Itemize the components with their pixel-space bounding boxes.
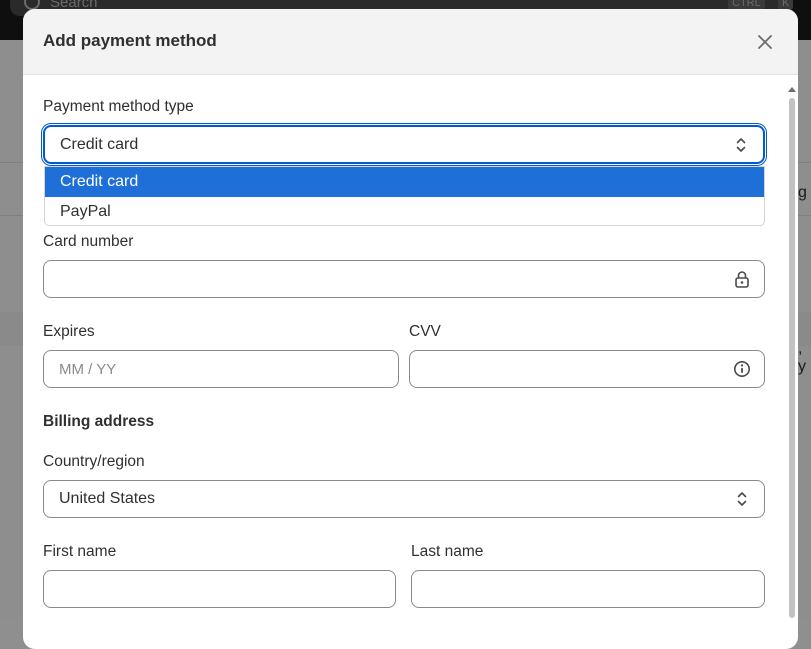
country-region-select[interactable]: United States [43, 480, 765, 518]
option-credit-card[interactable]: Credit card [45, 167, 764, 197]
background-text-fragment: , y [798, 340, 806, 375]
select-chevrons-icon [733, 490, 751, 508]
payment-method-type-dropdown: Credit card PayPal [44, 166, 765, 226]
option-paypal[interactable]: PayPal [45, 197, 764, 225]
cvv-label: CVV [409, 323, 441, 340]
expires-placeholder: MM / YY [59, 360, 117, 378]
scroll-up-arrow-icon[interactable] [788, 87, 796, 92]
modal-title: Add payment method [43, 31, 217, 50]
last-name-label: Last name [411, 543, 484, 560]
payment-method-type-select[interactable]: Credit card [41, 123, 767, 166]
payment-method-type-value: Credit card [60, 135, 139, 153]
select-chevrons-icon [732, 136, 750, 154]
card-number-label: Card number [43, 233, 134, 250]
cvv-input[interactable] [409, 350, 765, 388]
info-icon[interactable] [733, 360, 751, 378]
card-number-input[interactable] [43, 260, 765, 298]
first-name-label: First name [43, 543, 117, 560]
lock-icon [733, 270, 751, 288]
expires-label: Expires [43, 323, 95, 340]
payment-method-type-label: Payment method type [43, 98, 194, 115]
first-name-input[interactable] [43, 570, 396, 608]
close-button[interactable] [754, 31, 776, 53]
country-region-label: Country/region [43, 453, 145, 470]
background-text-fragment: g [798, 184, 807, 201]
billing-address-heading: Billing address [43, 413, 155, 430]
modal-header: Add payment method [23, 9, 798, 75]
modal-scrollbar[interactable] [788, 87, 796, 647]
country-region-value: United States [59, 490, 156, 507]
last-name-input[interactable] [411, 570, 765, 608]
expires-input[interactable]: MM / YY [43, 350, 399, 388]
close-icon [758, 35, 772, 49]
scroll-thumb[interactable] [789, 98, 795, 618]
